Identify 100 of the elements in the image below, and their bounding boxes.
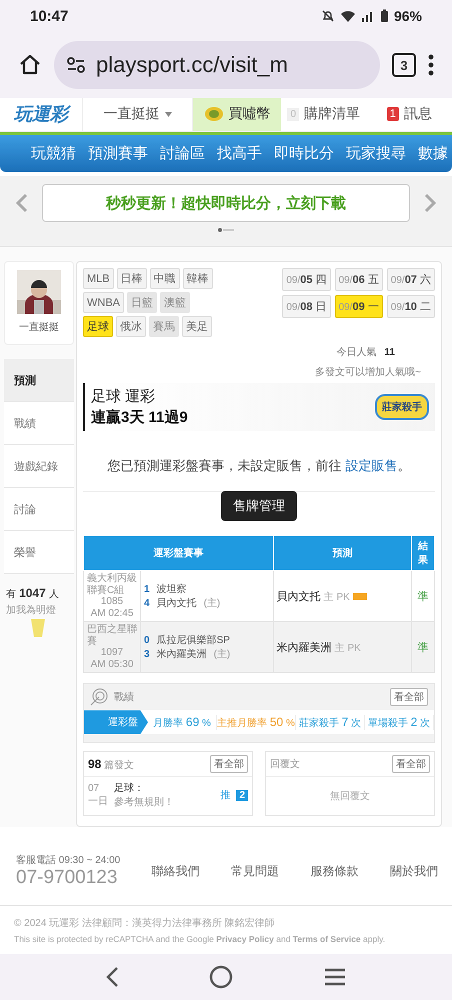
footer-link[interactable]: 服務條款: [310, 862, 359, 880]
date-filter[interactable]: 09/10 二: [386, 295, 435, 318]
url-text: playsport.cc/visit_m: [96, 52, 288, 78]
popularity-hint: 多發文可以增加人氣哦~: [315, 366, 421, 380]
stats-tab[interactable]: 運彩盤: [84, 710, 148, 734]
team-name: 貝內文托: [156, 596, 197, 610]
post-weekday: 一日: [88, 794, 108, 808]
nav-link[interactable]: 找高手: [217, 144, 262, 164]
sport-filter[interactable]: 韓棒: [182, 268, 213, 290]
sport-filter[interactable]: 日棒: [116, 268, 147, 290]
sport-filter[interactable]: 足球: [83, 316, 113, 338]
match-number: 1085: [100, 596, 124, 608]
home-circle-icon[interactable]: [209, 965, 233, 990]
match-time: AM 02:45: [90, 608, 134, 620]
address-bar[interactable]: playsport.cc/visit_m: [54, 41, 380, 90]
date-filter[interactable]: 09/08 日: [282, 295, 331, 318]
sidebar-tab[interactable]: 戰績: [4, 402, 74, 446]
set-sale-link[interactable]: 設定販售: [345, 458, 398, 474]
replies-title: 回覆文: [270, 758, 300, 772]
follow-hint: 加我為明燈: [6, 604, 56, 618]
recaptcha-notice: This site is protected by reCAPTCHA and the Google Privacy Policy and Terms of Service apply.: [14, 934, 386, 944]
team-name: 米內羅美洲: [156, 648, 207, 662]
post-count: 98 篇發文: [88, 756, 134, 772]
menu-icon[interactable]: [428, 54, 434, 76]
date-filter[interactable]: 09/09 一: [334, 295, 383, 318]
sport-filter[interactable]: 中職: [150, 268, 180, 290]
stats-title: 戰績: [114, 690, 135, 704]
home-tag: (主): [214, 647, 230, 662]
status-time: 10:47: [30, 8, 68, 25]
back-icon[interactable]: [105, 966, 119, 988]
date-filter[interactable]: 09/05 四: [282, 268, 331, 292]
site-settings-icon[interactable]: [66, 56, 86, 74]
hotline-number: 07-9700123: [16, 867, 118, 890]
view-all-button[interactable]: 看全部: [392, 755, 430, 774]
footer-link[interactable]: 聯絡我們: [152, 862, 200, 880]
stat-item: 莊家殺手 7 次: [296, 714, 365, 730]
recents-icon[interactable]: [323, 967, 347, 988]
nav-link[interactable]: 討論區: [160, 144, 205, 164]
team-name: 瓜拉尼俱樂部SP: [156, 634, 230, 648]
nav-link[interactable]: 預測賽事: [88, 144, 148, 164]
sport-filter[interactable]: WNBA: [83, 292, 124, 314]
pick-side: 主 PK: [324, 592, 350, 603]
nav-link[interactable]: 玩家搜尋: [346, 144, 406, 164]
tab-count-button[interactable]: 3: [392, 53, 416, 78]
mute-icon: [320, 9, 335, 24]
manage-sales-button[interactable]: 售牌管理: [221, 491, 297, 522]
footer-link[interactable]: 關於我們: [390, 862, 438, 880]
fans-count: 有 1047 人: [6, 586, 59, 602]
sport-filter[interactable]: 美足: [182, 316, 212, 338]
match-number: 1097: [100, 647, 124, 659]
popularity-value: 11: [384, 346, 395, 358]
date-filter[interactable]: 09/07 六: [386, 268, 435, 292]
sidebar-tab[interactable]: 榮譽: [4, 531, 74, 574]
score: 1: [144, 584, 150, 596]
profile-name: 一直挺挺: [19, 320, 59, 334]
score: 0: [144, 635, 150, 646]
battery-icon: [380, 9, 389, 24]
buy-coin-button[interactable]: 買噓幣: [193, 98, 281, 131]
nav-link[interactable]: 即時比分: [274, 144, 334, 164]
stat-item: 單場殺手 2 次: [364, 714, 434, 730]
stat-item: 月勝率 69 %: [148, 714, 218, 730]
win-streak: 連贏3天 11過9: [91, 408, 188, 428]
achievement-badge: 莊家殺手: [375, 394, 429, 420]
pick-side: 主 PK: [334, 642, 361, 654]
nav-link[interactable]: 玩競猜: [31, 144, 76, 164]
date-filter[interactable]: 09/06 五: [334, 268, 383, 292]
signal-icon: [360, 9, 375, 24]
battery-level: 96%: [394, 8, 422, 24]
result-cell: 準: [412, 622, 434, 673]
footer-link[interactable]: 常見問題: [231, 862, 280, 880]
post-date: 07: [88, 782, 100, 794]
copyright-text: © 2024 玩運彩 法律顧問：漢英得力法律事務所 陳銘宏律師: [14, 916, 276, 930]
stat-item: 主推月勝率 50 %: [217, 714, 296, 730]
push-count: 2: [236, 790, 248, 801]
column-header: 結果: [412, 536, 434, 571]
pick-team: 貝內文托: [276, 590, 321, 603]
sport-filter[interactable]: 俄冰: [116, 316, 146, 338]
league-name: 巴西之星聯賽: [87, 624, 137, 648]
post-title: 足球：: [114, 782, 145, 796]
sport-filter[interactable]: MLB: [83, 268, 114, 290]
record-title: 足球 運彩: [91, 387, 156, 406]
push-label: 推: [220, 789, 230, 802]
coin-icon: [204, 106, 224, 122]
hotline-hours: 客服電話 09:30 ~ 24:00: [16, 854, 120, 868]
caret-icon: [164, 112, 172, 117]
carousel-dots-icon: [218, 228, 234, 232]
sidebar-tab[interactable]: 遊戲紀錄: [4, 445, 74, 488]
post-excerpt: 參考無規則！: [114, 796, 175, 810]
column-header: 運彩盤賽事: [84, 536, 274, 571]
score: 3: [144, 649, 150, 660]
popularity-label: 今日人氣: [336, 346, 376, 360]
nav-link[interactable]: 數據: [418, 144, 448, 164]
promo-banner[interactable]: 秒秒更新！超快即時比分，立刻下載: [42, 184, 410, 222]
home-tag: (主): [204, 596, 220, 610]
pick-team: 米內羅美洲: [276, 642, 332, 654]
target-icon: [90, 688, 108, 706]
sidebar-tab[interactable]: 討論: [4, 488, 74, 532]
sidebar-tab[interactable]: 預測: [4, 359, 74, 402]
view-all-button[interactable]: 看全部: [210, 755, 248, 774]
view-all-button[interactable]: 看全部: [390, 688, 428, 706]
